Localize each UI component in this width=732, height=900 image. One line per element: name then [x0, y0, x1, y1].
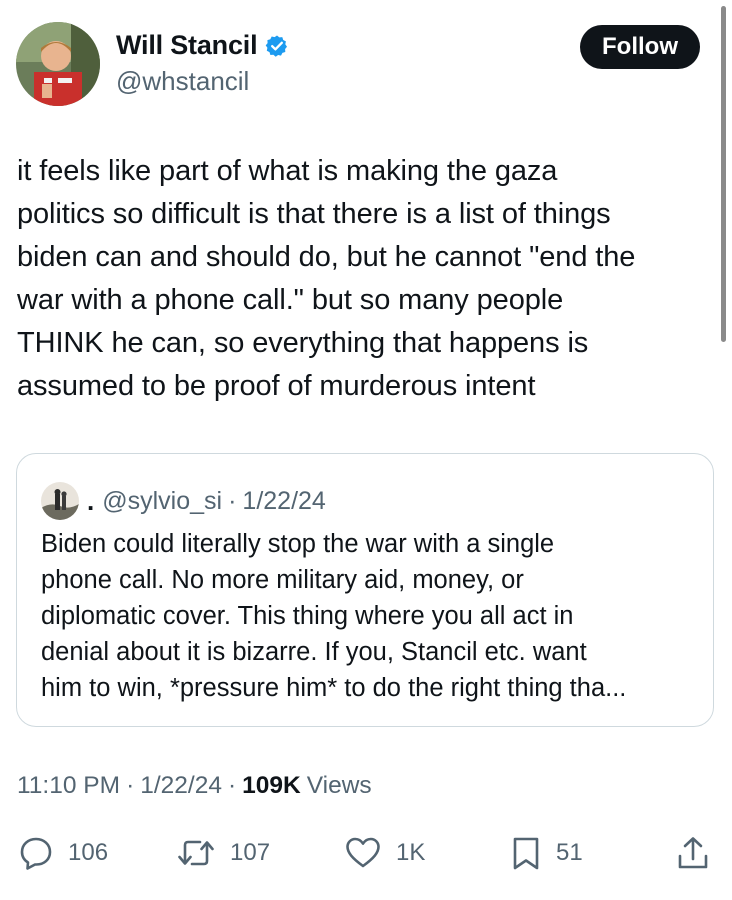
quoted-author-avatar[interactable]	[41, 482, 79, 520]
quoted-separator: ·	[228, 486, 237, 515]
quoted-tweet-header: . @sylvio_si · 1/22/24	[41, 482, 326, 520]
reply-icon	[18, 835, 54, 871]
reply-count: 106	[68, 839, 109, 866]
tweet-date[interactable]: 1/22/24	[140, 772, 222, 800]
tweet-meta: 11:10 PM · 1/22/24 · 109K Views	[17, 772, 372, 800]
quoted-text-line: denial about it is bizarre. If you, Stan…	[41, 638, 587, 666]
share-icon	[676, 835, 710, 871]
tweet-text-line: war with a phone call." but so many peop…	[17, 284, 564, 316]
meta-separator: ·	[227, 772, 237, 799]
tweet-time[interactable]: 11:10 PM	[17, 772, 120, 800]
tweet-text: it feels like part of what is making the…	[17, 150, 717, 408]
bookmark-button[interactable]: 51	[510, 830, 583, 876]
quoted-text-line: him to win, *pressure him* to do the rig…	[41, 674, 627, 702]
heart-icon	[344, 835, 382, 871]
tweet-text-line: politics so difficult is that there is a…	[17, 198, 611, 230]
tweet-text-line: biden can and should do, but he cannot "…	[17, 241, 636, 273]
action-bar: 106 107 1K 51	[0, 830, 732, 876]
quoted-author-handle[interactable]: @sylvio_si	[102, 487, 222, 516]
quoted-text-line: phone call. No more military aid, money,…	[41, 566, 524, 594]
quoted-date[interactable]: 1/22/24	[242, 487, 325, 516]
author-name-row: Will Stancil	[116, 30, 289, 61]
author-handle[interactable]: @whstancil	[116, 66, 249, 97]
repost-count: 107	[230, 839, 271, 866]
tweet-text-line: THINK he can, so everything that happens…	[17, 327, 589, 359]
repost-icon	[176, 835, 216, 871]
repost-button[interactable]: 107	[176, 830, 270, 876]
like-button[interactable]: 1K	[344, 830, 425, 876]
views-count: 109K	[242, 772, 301, 799]
reply-button[interactable]: 106	[18, 830, 108, 876]
follow-button[interactable]: Follow	[580, 25, 700, 69]
bookmark-count: 51	[556, 839, 583, 866]
author-avatar[interactable]	[16, 22, 100, 106]
quoted-tweet-text: Biden could literally stop the war with …	[41, 526, 701, 706]
tweet-page: Will Stancil @whstancil Follow it feels …	[0, 0, 732, 900]
tweet-text-line: assumed to be proof of murderous intent	[17, 370, 536, 402]
bookmark-icon	[510, 835, 542, 871]
quoted-text-line: diplomatic cover. This thing where you a…	[41, 602, 574, 630]
verified-badge-icon	[265, 34, 289, 58]
quoted-author-name[interactable]: .	[87, 486, 94, 517]
views-label: Views	[306, 772, 372, 799]
tweet-text-line: it feels like part of what is making the…	[17, 155, 558, 187]
share-button[interactable]	[676, 830, 710, 876]
scrollbar[interactable]	[721, 6, 726, 342]
author-name[interactable]: Will Stancil	[116, 30, 258, 61]
quoted-tweet-card[interactable]: . @sylvio_si · 1/22/24 Biden could liter…	[16, 453, 714, 727]
like-count: 1K	[396, 839, 426, 866]
meta-separator: ·	[126, 772, 135, 799]
quoted-text-line: Biden could literally stop the war with …	[41, 530, 555, 558]
